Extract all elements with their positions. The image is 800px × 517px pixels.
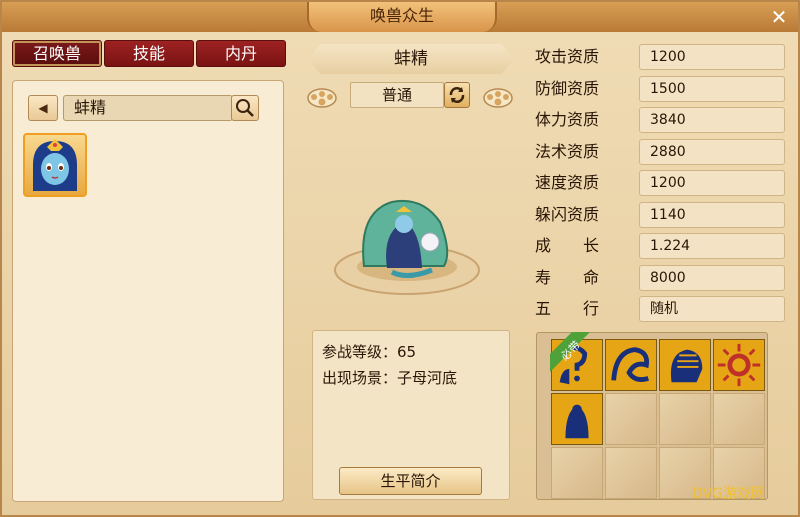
- tab-summon-beast[interactable]: 召唤兽: [12, 40, 102, 67]
- battle-level-label: 参战等级：: [322, 343, 398, 361]
- battle-level-value: 65: [397, 343, 417, 361]
- attr-label: 五 行: [535, 299, 600, 318]
- close-button[interactable]: ✕: [768, 6, 790, 28]
- location-label: 出现场景：: [322, 369, 398, 387]
- attr-value: 3840: [639, 107, 785, 133]
- empty-skill-slot: [605, 447, 657, 499]
- refresh-icon: [449, 87, 465, 103]
- clam-spirit-portrait-icon: [33, 139, 77, 191]
- attr-label: 防御资质: [535, 78, 600, 98]
- location-value: 子母河底: [397, 369, 458, 387]
- window-title: 唤兽众生: [307, 2, 497, 32]
- attr-label: 躲闪资质: [535, 204, 600, 224]
- attr-value: 1500: [639, 75, 785, 102]
- attr-label: 速度资质: [535, 173, 600, 192]
- tab-inner-core[interactable]: 内丹: [196, 40, 286, 67]
- tab-skills[interactable]: 技能: [104, 40, 194, 67]
- beast-list-panel: ◀ 蚌精: [12, 80, 284, 502]
- required-badge-icon: 必带: [550, 332, 590, 372]
- summon-beast-window: 唤兽众生 ✕ 召唤兽 技能 内丹 ◀ 蚌精 蚌精 普通 参战等级：65 出现场景…: [0, 0, 800, 517]
- attr-value: 8000: [639, 264, 785, 291]
- attr-label: 法术资质: [535, 141, 600, 161]
- watermark-text: DVG游戏网: [692, 486, 765, 502]
- empty-skill-slot: [605, 393, 657, 445]
- refresh-grade-button[interactable]: [444, 82, 470, 108]
- attr-label: 体力资质: [535, 110, 600, 129]
- skill-slot[interactable]: [551, 393, 603, 445]
- search-icon: [236, 99, 254, 117]
- skill-slot[interactable]: [713, 339, 765, 391]
- empty-skill-slot: [551, 447, 603, 499]
- beast-avatar[interactable]: [23, 133, 87, 197]
- attr-label: 成 长: [535, 236, 600, 255]
- attr-value: 随机: [639, 296, 785, 322]
- back-button[interactable]: ◀: [28, 95, 58, 121]
- search-input[interactable]: 蚌精: [63, 95, 233, 121]
- battle-level-row: 参战等级：65: [322, 341, 416, 362]
- attr-value: 1200: [639, 44, 785, 70]
- empty-skill-slot: [713, 393, 765, 445]
- empty-skill-slot: [659, 393, 711, 445]
- attr-value: 2880: [639, 138, 785, 165]
- attr-label: 攻击资质: [535, 47, 600, 66]
- attr-label: 寿 命: [535, 267, 600, 287]
- sun-skill-icon: [717, 343, 761, 387]
- skill-slot[interactable]: [659, 339, 711, 391]
- pet-model-icon: [334, 200, 480, 295]
- pet-name: 蚌精: [308, 44, 514, 74]
- search-button[interactable]: [231, 95, 259, 121]
- paw-print-right-icon: [483, 88, 513, 108]
- biography-button[interactable]: 生平简介: [339, 467, 482, 495]
- mind-skill-icon: [670, 349, 703, 383]
- wave-skill-icon: [611, 347, 650, 382]
- cloak-skill-icon: [565, 404, 589, 439]
- paw-print-left-icon: [307, 88, 337, 108]
- attr-value: 1.224: [639, 233, 785, 259]
- pet-grade: 普通: [350, 82, 444, 108]
- pet-info-panel: 参战等级：65 出现场景：子母河底 生平简介: [312, 330, 510, 500]
- attr-value: 1140: [639, 201, 785, 228]
- skill-slot[interactable]: [605, 339, 657, 391]
- location-row: 出现场景：子母河底: [322, 367, 457, 388]
- title-bar: 唤兽众生 ✕: [2, 2, 798, 32]
- attr-value: 1200: [639, 170, 785, 196]
